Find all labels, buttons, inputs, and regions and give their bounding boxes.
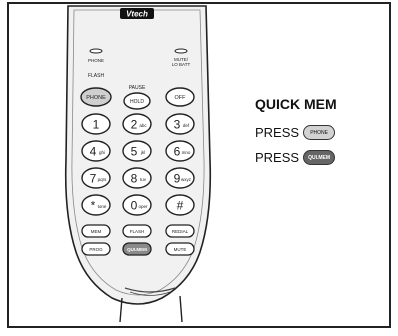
keypad-letters: jkl bbox=[140, 150, 145, 155]
keypad-key-1[interactable]: 1 bbox=[81, 113, 111, 135]
phone-led-label: PHONE bbox=[88, 58, 104, 63]
function-key-label: QUI.MEM bbox=[127, 247, 147, 252]
phone-key[interactable]: PHONE bbox=[80, 87, 112, 107]
keypad-letters: oper bbox=[138, 204, 148, 209]
keypad-letters: ghi bbox=[99, 150, 105, 155]
keypad-key-2[interactable]: 2 abc bbox=[122, 113, 152, 135]
keypad-digit: # bbox=[177, 199, 184, 213]
keypad-key-0[interactable]: 0 oper bbox=[122, 194, 152, 216]
function-key-label: REDIAL bbox=[172, 229, 189, 234]
pause-label: PAUSE bbox=[129, 85, 146, 91]
keypad-digit: 9 bbox=[174, 172, 181, 186]
step1-text: PRESS bbox=[255, 125, 300, 140]
function-key-mute[interactable]: MUTE bbox=[165, 242, 195, 256]
keypad-letters: tuv bbox=[140, 177, 147, 182]
keypad-letters: wxyz bbox=[181, 177, 192, 182]
flash-label: FLASH bbox=[88, 73, 105, 79]
keypad-key-5[interactable]: 5 jkl bbox=[122, 140, 152, 162]
keypad-letters: def bbox=[183, 123, 190, 128]
function-key-label: PROG bbox=[89, 247, 103, 252]
keypad-digit: 0 bbox=[131, 199, 138, 213]
keypad-key-9[interactable]: 9 wxyz bbox=[165, 167, 195, 189]
keypad-key-star[interactable]: * tone bbox=[81, 194, 111, 216]
keypad-key-hash[interactable]: # bbox=[165, 194, 195, 216]
function-key-flash[interactable]: FLASH bbox=[122, 224, 152, 238]
hold-key-label: HOLD bbox=[130, 99, 144, 105]
hold-key[interactable]: HOLD bbox=[123, 92, 151, 110]
keypad-digit: 1 bbox=[93, 118, 100, 132]
keypad-digit: 2 bbox=[131, 118, 138, 132]
keypad-key-3[interactable]: 3 def bbox=[165, 113, 195, 135]
function-key-redial[interactable]: REDIAL bbox=[165, 224, 195, 238]
quick-mem-title: QUICK MEM bbox=[255, 96, 337, 112]
keypad-digit: 8 bbox=[131, 172, 138, 186]
step2-text: PRESS bbox=[255, 150, 300, 165]
phone-led-icon bbox=[89, 48, 103, 54]
function-key-label: MUTE bbox=[174, 247, 187, 252]
keypad-digit: 4 bbox=[90, 145, 97, 159]
function-key-prog[interactable]: PROG bbox=[81, 242, 111, 256]
base-line-right bbox=[179, 295, 183, 323]
brand-logo: Vtech bbox=[126, 10, 148, 19]
mute-led-icon bbox=[174, 48, 188, 54]
step2-quimem-button: QUI.MEM bbox=[303, 150, 336, 165]
off-key-label: OFF bbox=[175, 95, 187, 101]
function-key-mem[interactable]: MEM bbox=[81, 224, 111, 238]
instruction-step-1: PRESS PHONE bbox=[255, 125, 336, 140]
keypad-letters: pqrs bbox=[98, 177, 108, 182]
keypad-digit: 3 bbox=[174, 118, 181, 132]
keypad-digit: 7 bbox=[90, 172, 97, 186]
instruction-step-2: PRESS QUI.MEM bbox=[255, 150, 336, 165]
keypad-digit: 5 bbox=[131, 145, 138, 159]
function-key-quimem[interactable]: QUI.MEM bbox=[122, 242, 152, 256]
keypad-key-4[interactable]: 4 ghi bbox=[81, 140, 111, 162]
function-key-label: FLASH bbox=[130, 229, 145, 234]
handset-illustration: Vtech PHONE MUTE/ LO BATT FLASH PAUSE PH… bbox=[64, 5, 212, 323]
keypad-letters: mno bbox=[182, 150, 191, 155]
phone-key-label: PHONE bbox=[86, 95, 106, 101]
keypad-key-7[interactable]: 7 pqrs bbox=[81, 167, 111, 189]
keypad-letters: abc bbox=[139, 123, 147, 128]
function-key-label: MEM bbox=[91, 229, 102, 234]
keypad-key-8[interactable]: 8 tuv bbox=[122, 167, 152, 189]
keypad-letters: tone bbox=[98, 204, 107, 209]
keypad-digit: * bbox=[91, 199, 96, 213]
keypad-key-6[interactable]: 6 mno bbox=[165, 140, 195, 162]
off-key[interactable]: OFF bbox=[165, 87, 195, 107]
keypad-digit: 6 bbox=[174, 145, 181, 159]
step1-phone-button: PHONE bbox=[303, 125, 336, 140]
lobatt-led-label: LO BATT bbox=[172, 62, 191, 67]
